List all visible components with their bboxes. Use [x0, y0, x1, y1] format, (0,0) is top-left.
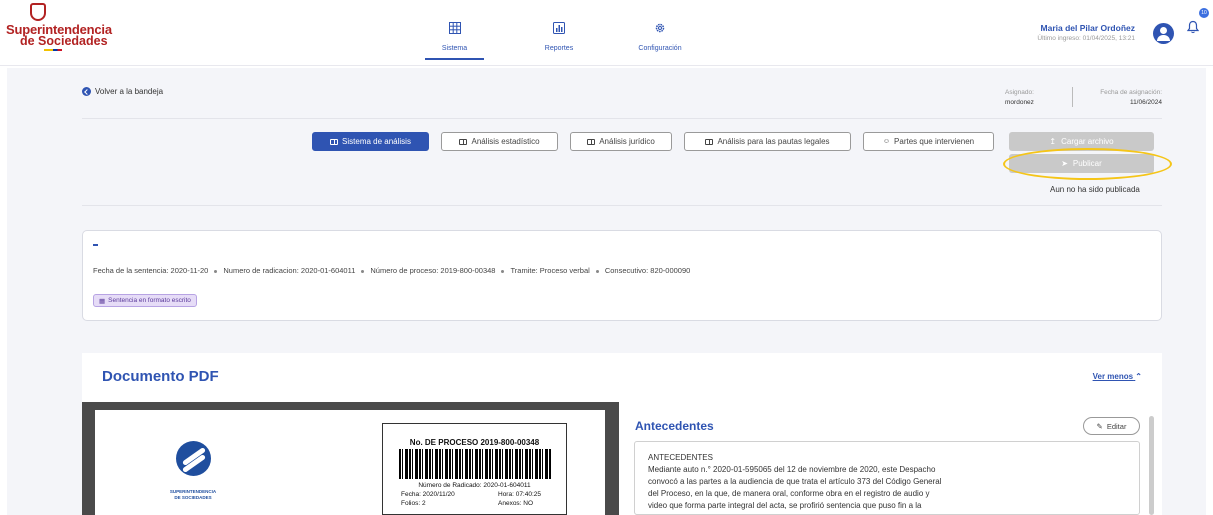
tab-analisis-juridico[interactable]: Análisis jurídico [570, 132, 672, 151]
gear-icon [655, 23, 665, 33]
avatar[interactable] [1153, 23, 1174, 44]
stamp-radicado: Número de Radicado: 2020-01-604011 [418, 482, 531, 489]
supersociedades-logo-icon [176, 441, 211, 476]
coat-of-arms-icon [30, 3, 46, 21]
scrollbar[interactable] [1149, 416, 1154, 515]
top-bar [0, 0, 1213, 66]
barcode [399, 449, 552, 479]
stamp-proceso: No. DE PROCESO 2019-800-00348 [409, 438, 540, 447]
book-icon [705, 138, 714, 145]
assigned-label: Asignado: [1005, 89, 1034, 96]
bullet [214, 269, 218, 273]
meta-proceso: Número de proceso: 2019-800-00348 [370, 266, 496, 275]
user-info: Maria del Pilar Ordoñez Último ingreso: … [1037, 23, 1135, 42]
toggle-label: Ver menos [1092, 372, 1134, 381]
grid-icon [448, 22, 461, 34]
antecedentes-line: video que forma parte integral del acta,… [648, 501, 922, 510]
assigned-info: Asignado: mordonez [1005, 89, 1034, 106]
tab-label: Partes que intervienen [894, 137, 975, 146]
bell-icon[interactable] [1187, 20, 1199, 34]
tab-analisis-estadistico[interactable]: Análisis estadístico [441, 132, 558, 151]
highlight-ring [1003, 148, 1172, 180]
last-login: Último ingreso: 01/04/2025, 13:21 [1037, 35, 1135, 42]
filing-stamp: No. DE PROCESO 2019-800-00348 Número de … [382, 423, 567, 515]
logo-line-2: de Sociedades [20, 34, 108, 48]
tab-sistema-analisis[interactable]: Sistema de análisis [312, 132, 429, 151]
stamp-folios: Folios: 2 [401, 500, 426, 507]
flag-stripe [44, 49, 62, 51]
document-icon: ▦ [99, 297, 106, 305]
back-link[interactable]: Volver a la bandeja [82, 87, 163, 96]
back-arrow-icon [82, 87, 91, 96]
divider [82, 205, 1162, 206]
antecedentes-heading: ANTECEDENTES [648, 453, 713, 462]
tab-label: Análisis para las pautas legales [717, 137, 830, 146]
pdf-logo-text: SUPERINTENDENCIA DE SOCIEDADES [163, 489, 223, 501]
pencil-icon: ✎ [1096, 421, 1103, 431]
book-icon [587, 138, 596, 145]
divider [82, 118, 1162, 119]
assigned-value: mordonez [1005, 99, 1034, 106]
tab-label: Análisis estadístico [471, 137, 540, 146]
nav-configuracion-label: Configuración [638, 45, 682, 52]
edit-label: Editar [1106, 421, 1127, 431]
bullet [501, 269, 505, 273]
nav-configuracion[interactable]: Configuración [630, 22, 690, 66]
book-icon [330, 138, 339, 145]
case-card: - Fecha de la sentencia: 2020-11-20Numer… [82, 230, 1162, 321]
upload-icon: ↥ [1049, 137, 1057, 146]
publish-status: Aun no ha sido publicada [1050, 185, 1140, 194]
tab-pautas-legales[interactable]: Análisis para las pautas legales [684, 132, 851, 151]
edit-button[interactable]: ✎ Editar [1083, 417, 1140, 435]
document-title: Documento PDF [102, 368, 219, 385]
pdf-logo-line2: DE SOCIEDADES [174, 495, 212, 500]
divider [1072, 87, 1073, 107]
assign-date-info: Fecha de asignación: 11/06/2024 [1080, 89, 1162, 106]
tab-partes[interactable]: ☺ Partes que intervienen [863, 132, 994, 151]
nav-reportes-label: Reportes [544, 45, 574, 52]
nav-sistema[interactable]: Sistema [425, 22, 484, 66]
case-title [93, 244, 98, 246]
format-badge: ▦ Sentencia en formato escrito [93, 294, 197, 307]
people-icon: ☺ [882, 138, 891, 145]
antecedentes-line: convocó a las partes a la audiencia de q… [648, 477, 942, 486]
antecedentes-title: Antecedentes [635, 419, 714, 433]
meta-fecha: Fecha de la sentencia: 2020-11-20 [93, 266, 209, 275]
nav-sistema-label: Sistema [441, 45, 468, 52]
stamp-anexos: Anexos: NO [498, 500, 534, 507]
book-icon [459, 138, 468, 145]
bullet [595, 269, 599, 273]
tab-label: Análisis jurídico [599, 137, 655, 146]
stamp-hora: Hora: 07:40:25 [498, 491, 542, 498]
back-label: Volver a la bandeja [95, 87, 164, 96]
date-label: Fecha de asignación: [1100, 89, 1162, 96]
format-badge-label: Sentencia en formato escrito [108, 297, 191, 304]
antecedentes-line: Mediante auto n.° 2020-01-595065 del 12 … [648, 465, 936, 474]
upload-label: Cargar archivo [1061, 137, 1114, 146]
meta-tramite: Tramite: Proceso verbal [510, 266, 590, 275]
antecedentes-line: del Proceso, en la que, de manera oral, … [648, 489, 930, 498]
antecedentes-text: ANTECEDENTES Mediante auto n.° 2020-01-5… [634, 441, 1140, 515]
meta-radicacion: Numero de radicacion: 2020-01-604011 [223, 266, 356, 275]
nav-reportes[interactable]: Reportes [536, 22, 582, 66]
chevron-up-icon: ⌃ [1135, 372, 1142, 381]
chart-icon [553, 22, 565, 34]
case-meta: Fecha de la sentencia: 2020-11-20 Numero … [93, 266, 690, 275]
stamp-fecha: Fecha: 2020/11/20 [401, 491, 455, 498]
user-name: Maria del Pilar Ordoñez [1040, 23, 1135, 33]
date-value: 11/06/2024 [1129, 99, 1162, 106]
notification-badge: 10 [1199, 8, 1209, 18]
meta-consecutivo: Consecutivo: 820-000090 [604, 266, 691, 275]
toggle-link[interactable]: Ver menos ⌃ [1093, 372, 1142, 381]
bullet [361, 269, 365, 273]
tab-label: Sistema de análisis [342, 137, 411, 146]
